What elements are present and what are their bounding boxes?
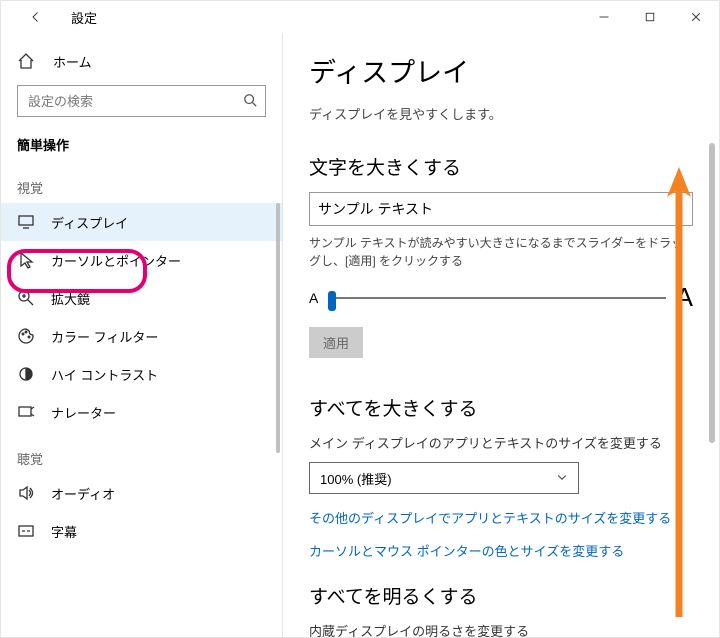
sidebar-item-audio[interactable]: オーディオ [1,474,282,512]
sidebar-item-magnifier[interactable]: 拡大鏡 [1,279,282,317]
sidebar-item-display[interactable]: ディスプレイ [1,203,282,241]
narrator-icon [17,403,35,421]
scale-dropdown[interactable]: 100% (推奨) [309,462,579,494]
sidebar-item-label: 拡大鏡 [51,289,90,308]
group-hearing: 聴覚 [1,431,282,474]
chevron-down-icon [556,471,568,486]
home-icon [17,52,35,70]
speaker-icon [17,484,35,502]
group-visual: 視覚 [1,160,282,203]
search-icon [243,93,257,110]
slider-min-label: A [309,290,318,306]
page-title: ディスプレイ [309,51,693,90]
monitor-icon [17,213,35,231]
slider-max-label: A [676,282,693,313]
link-cursor-pointer[interactable]: カーソルとマウス ポインターの色とサイズを変更する [309,541,693,560]
sidebar-item-label: カラー フィルター [51,327,158,346]
titlebar: 設定 [1,1,719,33]
section-brighter: すべてを明るくする [309,582,693,609]
search-input[interactable] [26,93,243,110]
sidebar-item-label: ハイ コントラスト [51,365,158,384]
captions-icon [17,522,35,540]
back-button[interactable] [13,1,59,33]
cursor-icon [17,251,35,269]
hint-text: サンプル テキストが読みやすい大きさになるまでスライダーをドラッグし、[適用] … [309,234,693,270]
sidebar-scrollbar[interactable] [276,203,280,453]
sidebar-item-cursor[interactable]: カーソルとポインター [1,241,282,279]
home-button[interactable]: ホーム [1,43,282,79]
section-bigger-all: すべてを大きくする [309,394,693,421]
sidebar-item-label: 字幕 [51,522,77,541]
minimize-button[interactable] [581,1,627,33]
slider-thumb[interactable] [328,291,336,311]
page-subtitle: ディスプレイを見やすくします。 [309,104,693,123]
section-bigger-text: 文字を大きくする [309,153,693,180]
maximize-button[interactable] [627,1,673,33]
dropdown-value: 100% (推奨) [320,469,392,488]
window-title: 設定 [71,8,97,27]
sidebar-item-label: オーディオ [51,484,115,503]
magnifier-icon [17,289,35,307]
sidebar-heading: 簡単操作 [1,127,282,160]
content-pane: ディスプレイ ディスプレイを見やすくします。 文字を大きくする サンプル テキス… [283,33,719,637]
sidebar: ホーム 簡単操作 視覚 ディスプレイ カーソルとポインター 拡大鏡 [1,33,283,637]
sidebar-item-label: ナレーター [51,403,116,422]
sidebar-item-captions[interactable]: 字幕 [1,512,282,550]
content-scrollbar[interactable] [709,143,715,443]
apply-button[interactable]: 適用 [309,327,363,358]
sidebar-item-colorfilter[interactable]: カラー フィルター [1,317,282,355]
scale-description: メイン ディスプレイのアプリとテキストのサイズを変更する [309,433,693,452]
link-other-displays[interactable]: その他のディスプレイでアプリとテキストのサイズを変更する [309,508,693,527]
sidebar-item-label: カーソルとポインター [51,251,181,270]
sidebar-item-narrator[interactable]: ナレーター [1,393,282,431]
close-button[interactable] [673,1,719,33]
text-size-slider[interactable] [328,288,665,308]
settings-window: 設定 ホーム 簡単操作 視覚 ディスプレイ [0,0,720,638]
brightness-description: 内蔵ディスプレイの明るさを変更する [309,621,693,637]
sample-text-box: サンプル テキスト [309,192,693,226]
home-label: ホーム [53,52,92,71]
sidebar-item-label: ディスプレイ [51,213,128,232]
palette-icon [17,327,35,345]
search-box[interactable] [17,85,266,117]
sidebar-item-highcontrast[interactable]: ハイ コントラスト [1,355,282,393]
contrast-icon [17,365,35,383]
